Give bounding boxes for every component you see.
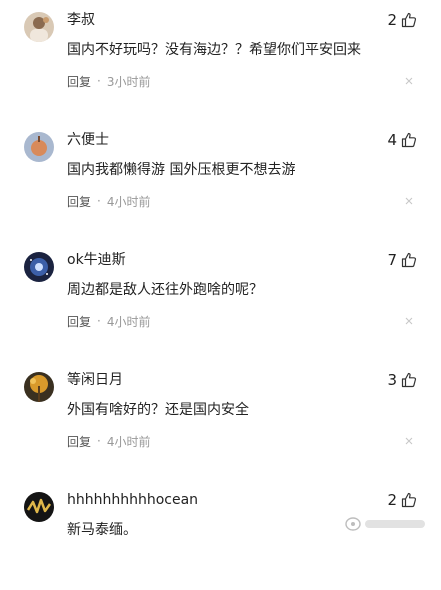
like-count: 7: [387, 251, 397, 269]
thumbs-up-icon: [401, 492, 417, 508]
comment-text: 新马泰缅。: [67, 522, 137, 538]
comment-time: 4小时前: [106, 194, 151, 209]
comment-time: 3小时前: [106, 74, 151, 89]
comment-meta: 回复 · 4小时前: [67, 192, 150, 210]
comment-time: 4小时前: [106, 314, 151, 329]
thumbs-up-icon: [401, 372, 417, 388]
comment-text: 周边都是敌人还往外跑啥的呢？: [67, 282, 263, 298]
thumbs-up-icon: [401, 12, 417, 28]
close-icon[interactable]: [405, 197, 413, 205]
reply-button[interactable]: 回复: [67, 313, 91, 330]
reply-button[interactable]: 回复: [67, 73, 91, 90]
meta-separator: ·: [97, 74, 101, 88]
thumbs-up-icon: [401, 252, 417, 268]
comment-list: 李叔 2 国内不好玩吗？没有海边？？希望你们平安回来 回复 · 3小时前 六便士: [0, 0, 441, 542]
comment-text: 外国有啥好的？还是国内安全: [67, 402, 249, 418]
comment-text: 国内我都懒得游 国外压根更不想去游: [67, 162, 296, 178]
comment-item: 等闲日月 3 外国有啥好的？还是国内安全 回复 · 4小时前: [0, 360, 441, 470]
comment-meta: 回复 · 4小时前: [67, 432, 150, 450]
like-count: 2: [387, 491, 397, 509]
meta-separator: ·: [97, 434, 101, 448]
comment-username[interactable]: 六便士: [67, 130, 109, 150]
comment-username[interactable]: ok牛迪斯: [67, 250, 126, 270]
reply-button[interactable]: 回复: [67, 433, 91, 450]
like-button[interactable]: 2: [387, 490, 417, 510]
comment-time: 4小时前: [106, 434, 151, 449]
like-button[interactable]: 2: [387, 10, 417, 30]
comment-username[interactable]: 李叔: [67, 10, 95, 30]
comment-text: 国内不好玩吗？没有海边？？希望你们平安回来: [67, 42, 361, 58]
comment-meta: 回复 · 4小时前: [67, 312, 150, 330]
comment-item: ok牛迪斯 7 周边都是敌人还往外跑啥的呢？ 回复 · 4小时前: [0, 240, 441, 350]
like-button[interactable]: 7: [387, 250, 417, 270]
close-icon[interactable]: [405, 77, 413, 85]
watermark-logo: [345, 517, 425, 531]
comment-item: 六便士 4 国内我都懒得游 国外压根更不想去游 回复 · 4小时前: [0, 120, 441, 230]
like-button[interactable]: 3: [387, 370, 417, 390]
like-count: 3: [387, 371, 397, 389]
comment-username[interactable]: 等闲日月: [67, 370, 123, 390]
comment-meta: 回复 · 3小时前: [67, 72, 150, 90]
comment-item: hhhhhhhhhhocean 2 新马泰缅。: [0, 480, 441, 590]
reply-button[interactable]: 回复: [67, 193, 91, 210]
avatar[interactable]: [24, 492, 54, 522]
comment-item: 李叔 2 国内不好玩吗？没有海边？？希望你们平安回来 回复 · 3小时前: [0, 0, 441, 110]
avatar[interactable]: [24, 372, 54, 402]
close-icon[interactable]: [405, 437, 413, 445]
like-count: 2: [387, 11, 397, 29]
avatar[interactable]: [24, 132, 54, 162]
thumbs-up-icon: [401, 132, 417, 148]
avatar[interactable]: [24, 252, 54, 282]
comment-username[interactable]: hhhhhhhhhhocean: [67, 490, 198, 510]
meta-separator: ·: [97, 314, 101, 328]
like-button[interactable]: 4: [387, 130, 417, 150]
meta-separator: ·: [97, 194, 101, 208]
like-count: 4: [387, 131, 397, 149]
close-icon[interactable]: [405, 317, 413, 325]
avatar[interactable]: [24, 12, 54, 42]
